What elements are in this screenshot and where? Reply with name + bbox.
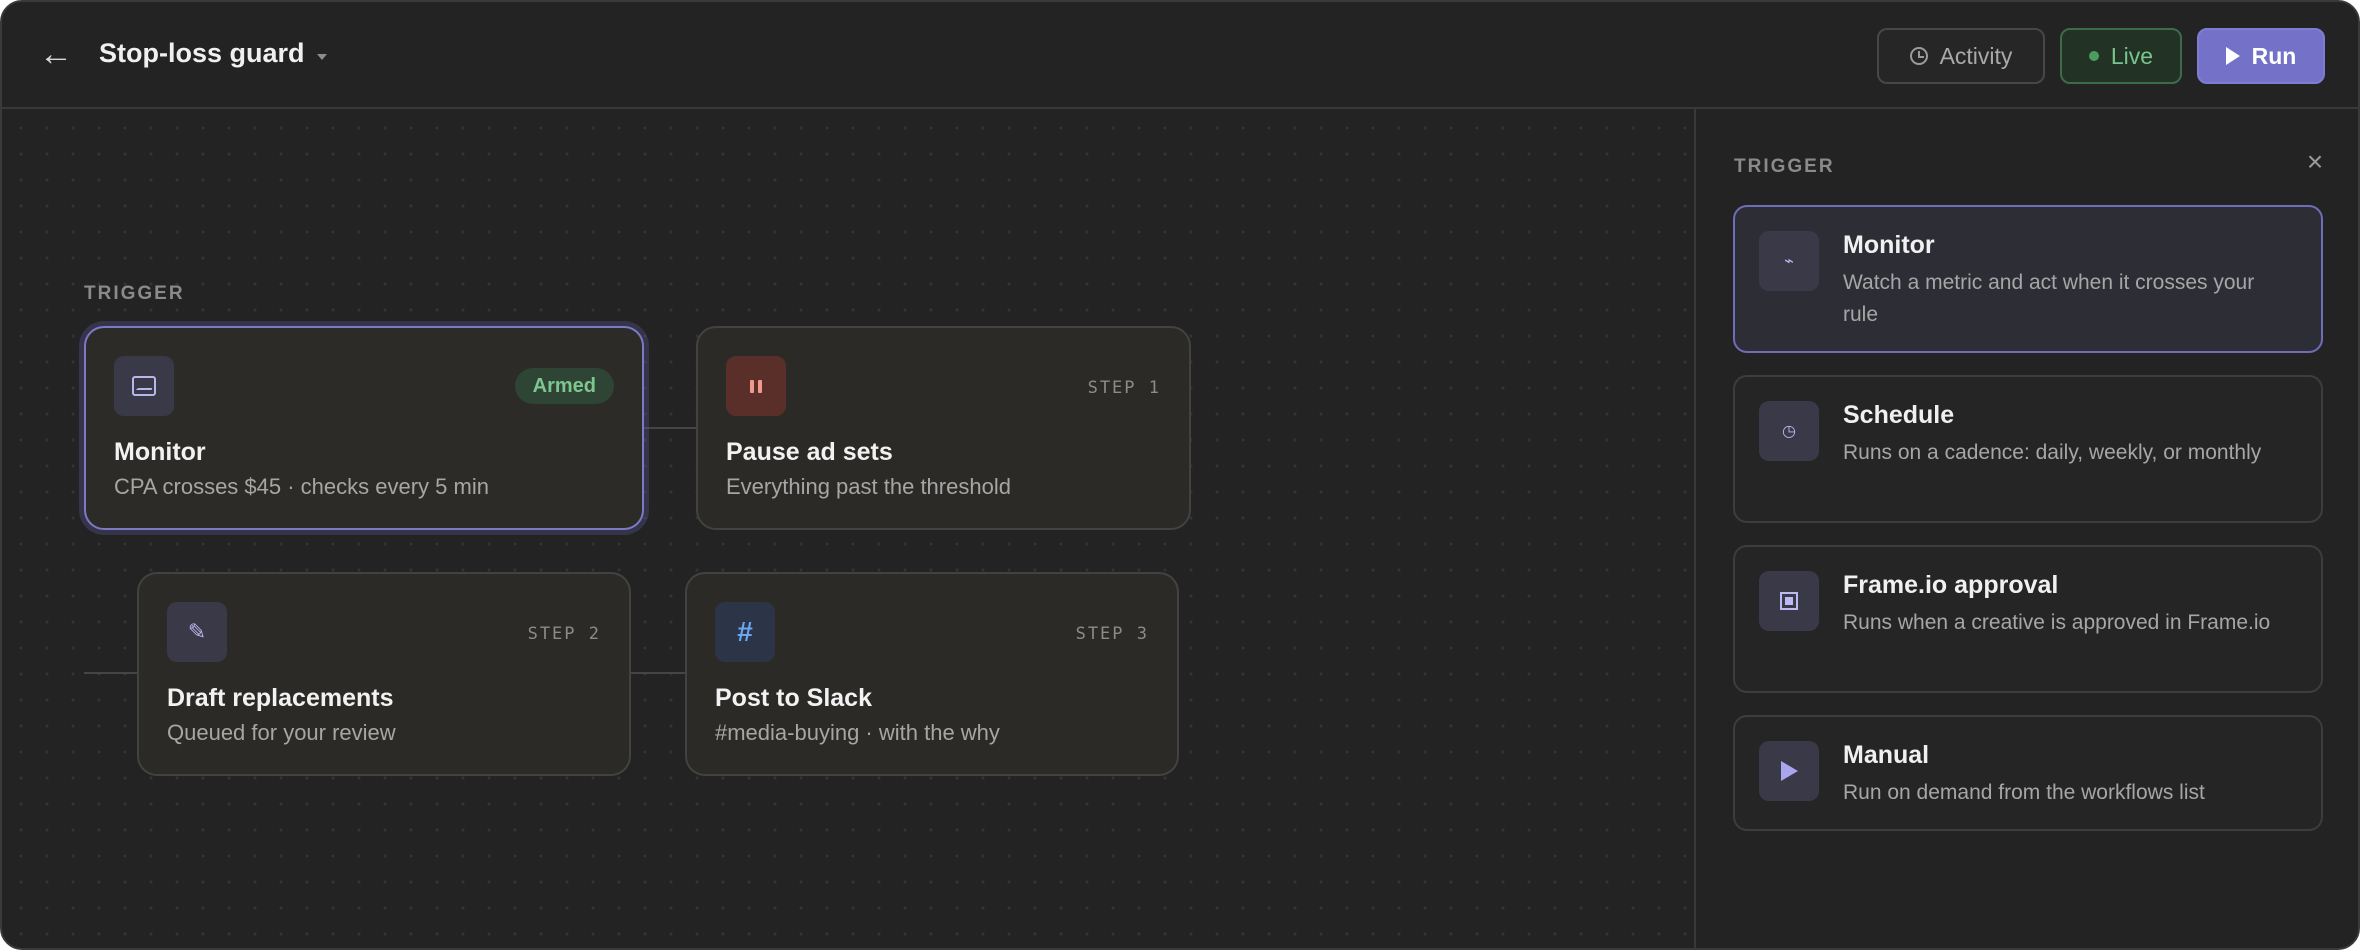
step-number: STEP 2 — [527, 624, 601, 644]
node-icon-box: ✎ — [167, 602, 227, 662]
node-title: Draft replacements — [167, 684, 394, 712]
live-label: Live — [2110, 42, 2154, 69]
option-description: Watch a metric and act when it crosses y… — [1843, 271, 2255, 326]
monitor-icon — [132, 376, 156, 396]
workflow-canvas[interactable]: TRIGGER Armed Monitor CPA crosses $45 · … — [2, 109, 1694, 948]
trigger-option-monitor[interactable]: ⌁ Monitor Watch a metric and act when it… — [1733, 205, 2323, 353]
node-subtitle: Everything past the threshold — [726, 474, 1011, 499]
step-node-post-to-slack[interactable]: # STEP 3 Post to Slack #media-buying · w… — [685, 572, 1179, 776]
node-subtitle: Queued for your review — [167, 720, 396, 745]
option-description: Runs on a cadence: daily, weekly, or mon… — [1843, 441, 2262, 464]
frame-icon — [1759, 571, 1819, 631]
run-button[interactable]: Run — [2197, 28, 2325, 84]
node-title: Pause ad sets — [726, 438, 893, 466]
connector-line — [642, 427, 696, 429]
activity-button[interactable]: Activity — [1877, 28, 2045, 84]
node-icon-box: # — [715, 602, 775, 662]
option-title: Manual — [1843, 741, 1930, 769]
workflow-title-dropdown[interactable]: Stop-loss guard — [99, 38, 327, 69]
node-icon-box — [114, 356, 174, 416]
node-title: Monitor — [114, 438, 206, 466]
play-icon — [2225, 47, 2240, 65]
option-title: Schedule — [1843, 401, 1955, 429]
live-toggle[interactable]: Live — [2060, 28, 2182, 84]
node-title: Post to Slack — [715, 684, 872, 712]
app-window: ← Stop-loss guard Activity Live Run TRIG… — [0, 0, 2360, 950]
panel-label: TRIGGER — [1734, 156, 1835, 177]
close-icon[interactable]: × — [2300, 147, 2330, 177]
chevron-down-icon — [316, 53, 327, 60]
option-description: Runs when a creative is approved in Fram… — [1843, 611, 2271, 634]
option-title: Monitor — [1843, 231, 1935, 259]
option-title: Frame.io approval — [1843, 571, 2059, 599]
node-icon-box — [726, 356, 786, 416]
pencil-icon: ✎ — [187, 619, 207, 644]
trigger-node-monitor[interactable]: Armed Monitor CPA crosses $45 · checks e… — [84, 326, 644, 530]
node-subtitle: #media-buying · with the why — [715, 720, 1000, 745]
hash-icon: # — [737, 616, 753, 647]
trigger-panel: TRIGGER × ⌁ Monitor Watch a metric and a… — [1694, 109, 2358, 948]
back-arrow-icon[interactable]: ← — [36, 36, 76, 76]
node-subtitle: CPA crosses $45 · checks every 5 min — [114, 474, 489, 499]
pause-icon — [750, 379, 762, 393]
trigger-option-frameio-approval[interactable]: Frame.io approval Runs when a creative i… — [1733, 545, 2323, 693]
play-icon — [1759, 741, 1819, 801]
clock-icon: ◷ — [1759, 401, 1819, 461]
activity-label: Activity — [1939, 42, 2013, 69]
status-dot-icon — [2088, 51, 2099, 61]
run-label: Run — [2251, 42, 2297, 69]
clock-icon — [1909, 47, 1928, 65]
pulse-icon: ⌁ — [1759, 231, 1819, 291]
trigger-option-manual[interactable]: Manual Run on demand from the workflows … — [1733, 715, 2323, 831]
step-node-pause-ad-sets[interactable]: STEP 1 Pause ad sets Everything past the… — [696, 326, 1191, 530]
workflow-title: Stop-loss guard — [99, 38, 305, 68]
step-node-draft-replacements[interactable]: ✎ STEP 2 Draft replacements Queued for y… — [137, 572, 631, 776]
status-badge: Armed — [514, 368, 614, 404]
step-number: STEP 1 — [1087, 378, 1161, 398]
connector-line — [84, 672, 138, 674]
step-number: STEP 3 — [1075, 624, 1149, 644]
connector-line — [629, 672, 686, 674]
canvas-trigger-label: TRIGGER — [84, 283, 185, 304]
option-description: Run on demand from the workflows list — [1843, 781, 2205, 804]
trigger-option-schedule[interactable]: ◷ Schedule Runs on a cadence: daily, wee… — [1733, 375, 2323, 523]
top-bar: ← Stop-loss guard Activity Live Run — [2, 2, 2358, 109]
